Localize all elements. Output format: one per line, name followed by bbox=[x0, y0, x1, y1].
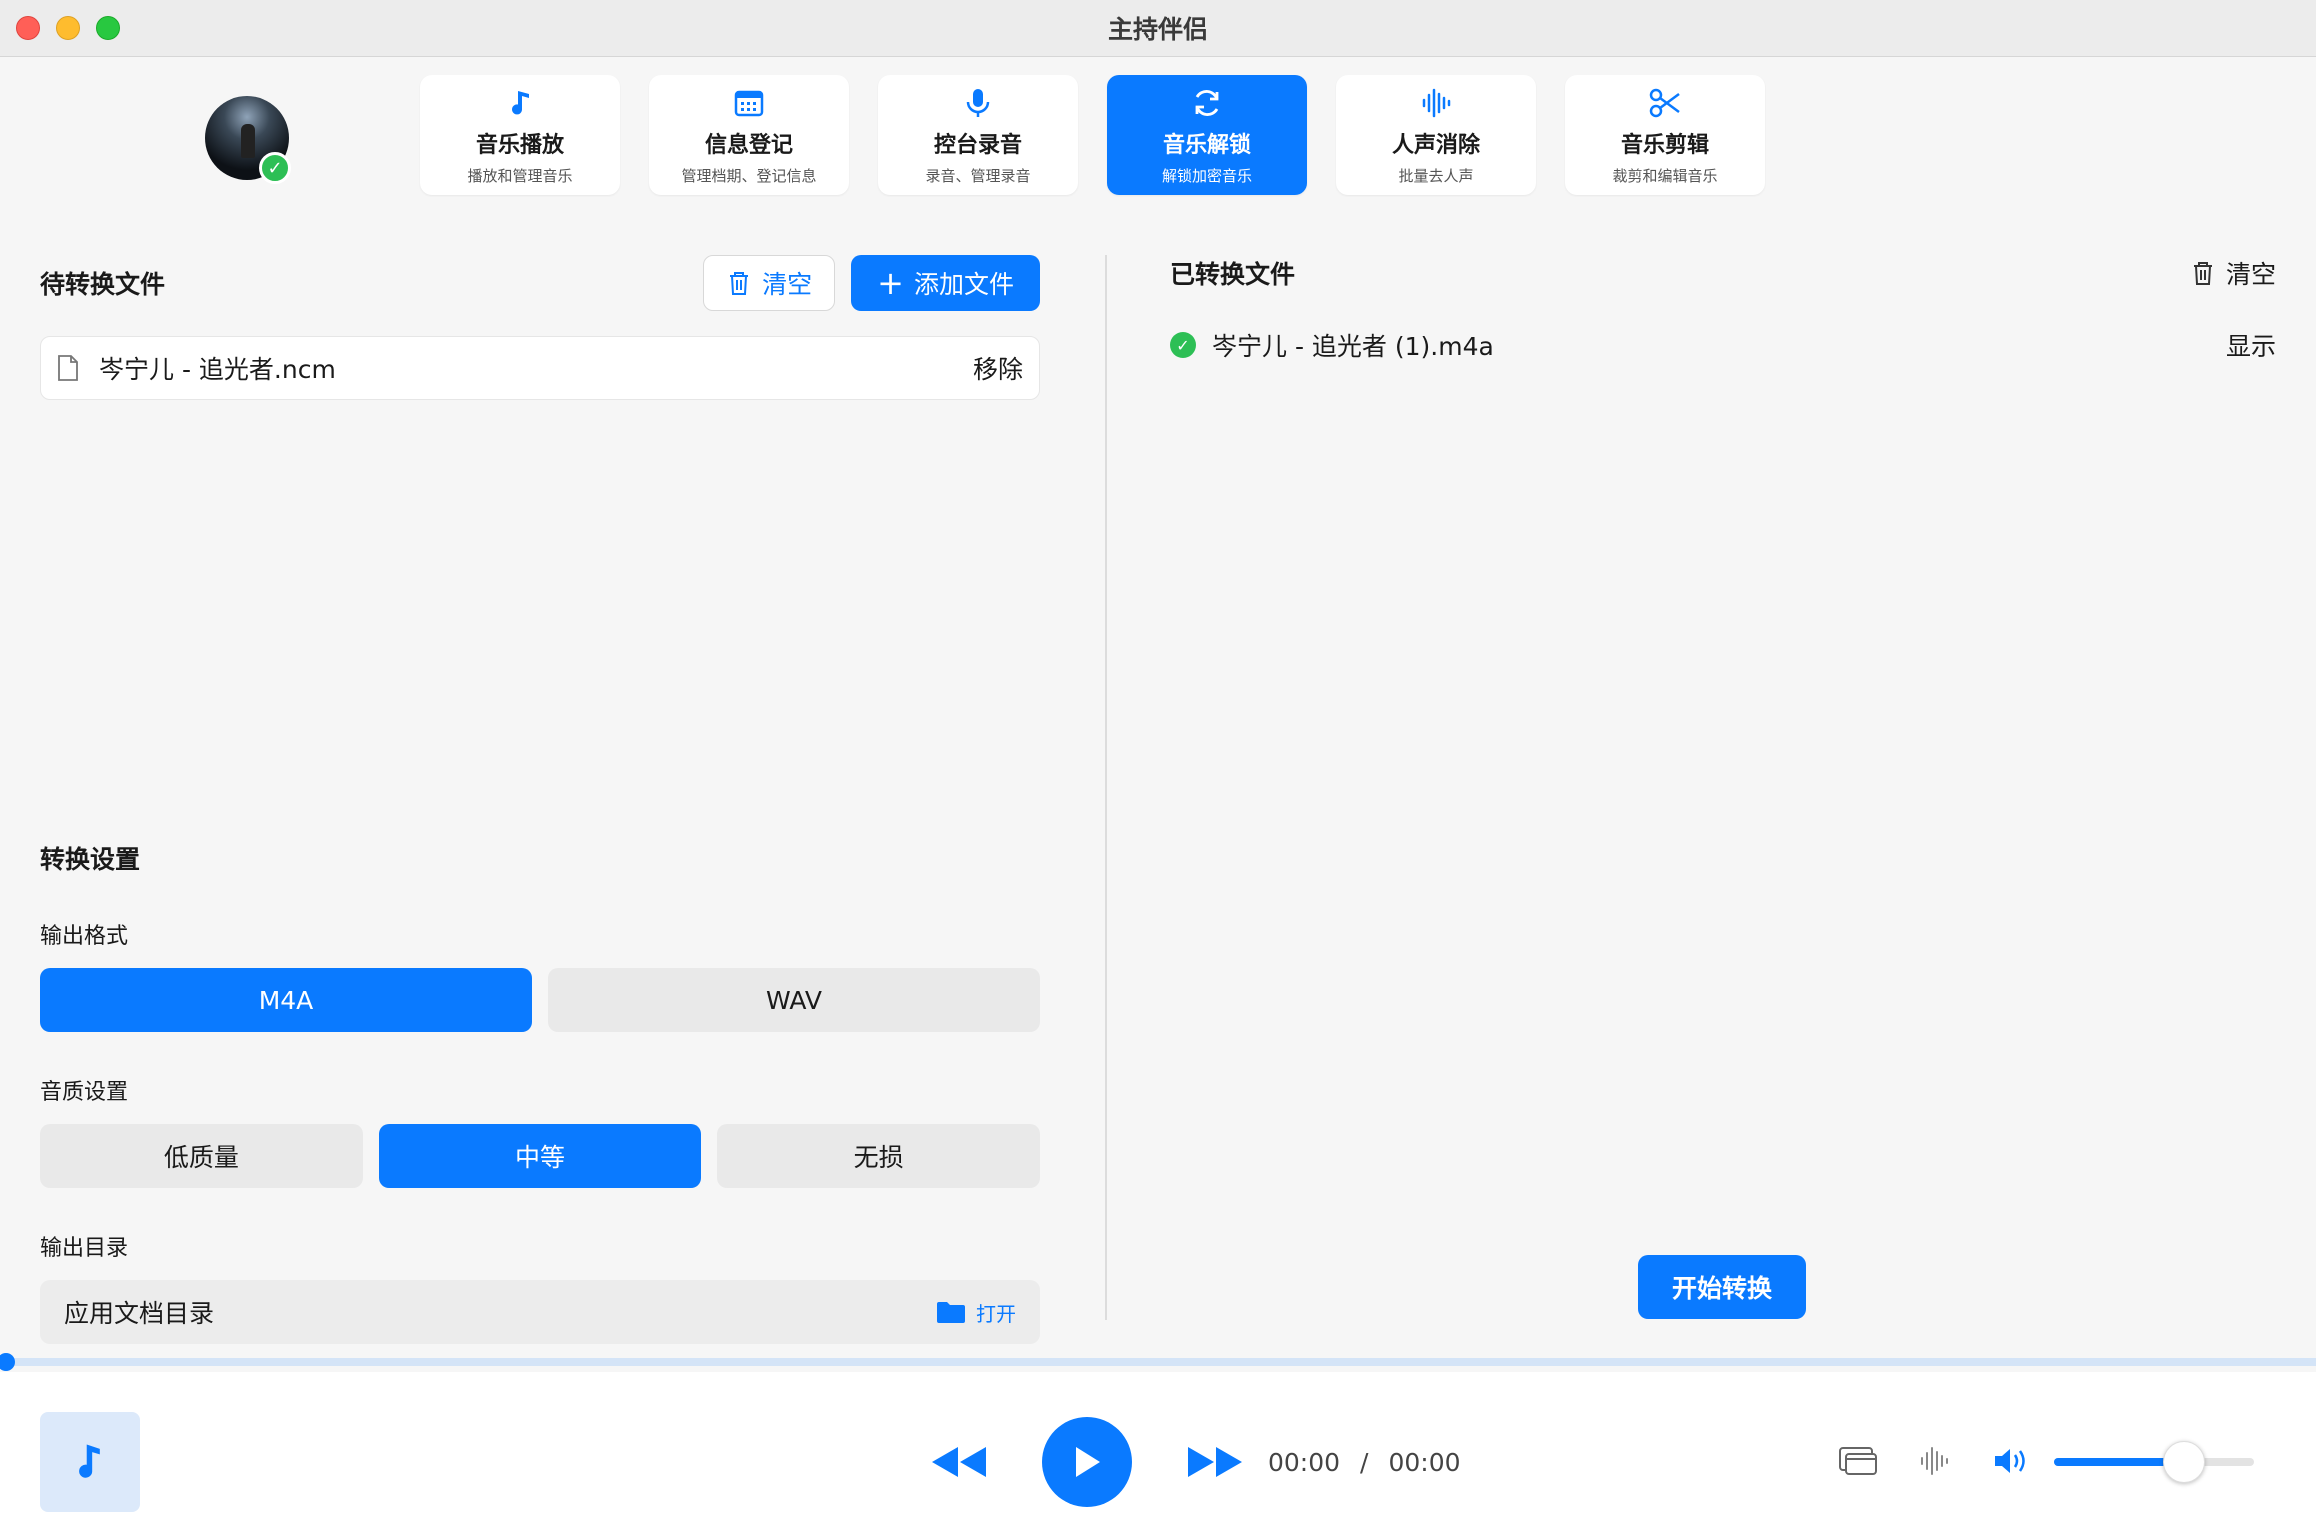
tab-subtitle: 录音、管理录音 bbox=[925, 166, 1031, 185]
converted-files-panel: 已转换文件 清空 ✓ 岑宁儿 - 追光者 (1).m4a 显示 bbox=[1170, 255, 2276, 363]
tab-label: 音乐播放 bbox=[475, 132, 564, 158]
close-window-button[interactable] bbox=[16, 16, 40, 40]
format-option-m4a[interactable]: M4A bbox=[40, 968, 532, 1032]
pending-files-panel: 待转换文件 清空 + 添加文件 岑宁儿 - 追光者.ncm 移除 bbox=[40, 255, 1040, 400]
player-tools bbox=[1838, 1444, 2030, 1478]
converted-file-name: 岑宁儿 - 追光者 (1).m4a bbox=[1212, 332, 1494, 361]
format-label: 输出格式 bbox=[40, 924, 129, 949]
waveform-icon[interactable] bbox=[1918, 1444, 1952, 1478]
clear-pending-label: 清空 bbox=[762, 270, 813, 299]
trash-icon bbox=[730, 272, 749, 295]
pending-actions: 清空 + 添加文件 bbox=[703, 255, 1040, 311]
minimize-window-button[interactable] bbox=[56, 16, 80, 40]
current-time: 00:00 bbox=[1268, 1448, 1341, 1477]
conversion-settings: 转换设置 输出格式 M4A WAV 音质设置 低质量 中等 无损 输出目录 应用… bbox=[40, 840, 1041, 1344]
plus-icon: + bbox=[877, 264, 904, 302]
waveform-icon bbox=[1422, 88, 1451, 117]
mini-player-icon[interactable] bbox=[1838, 1445, 1878, 1477]
window-controls bbox=[16, 16, 120, 40]
fast-forward-icon[interactable] bbox=[1186, 1445, 1244, 1479]
volume-icon[interactable] bbox=[1992, 1445, 2030, 1477]
progress-knob[interactable] bbox=[0, 1353, 15, 1371]
music-note-icon bbox=[79, 1444, 100, 1478]
start-convert-button[interactable]: 开始转换 bbox=[1638, 1255, 1806, 1319]
feature-tabs: 音乐播放 播放和管理音乐 信息登记 管理档期、登记信息 控台录音 录音、管理录音 bbox=[420, 75, 1765, 195]
volume-slider[interactable] bbox=[2054, 1441, 2254, 1483]
avatar[interactable]: ✓ bbox=[205, 96, 291, 184]
zoom-window-button[interactable] bbox=[96, 16, 120, 40]
music-note-icon bbox=[512, 90, 529, 114]
tab-subtitle: 管理档期、登记信息 bbox=[681, 166, 817, 185]
refresh-icon bbox=[1195, 89, 1219, 116]
calendar-icon bbox=[734, 90, 764, 116]
success-check-icon: ✓ bbox=[1170, 332, 1196, 358]
panel-divider bbox=[1105, 255, 1107, 1320]
converted-file-row: ✓ 岑宁儿 - 追光者 (1).m4a 显示 bbox=[1170, 327, 2276, 363]
tab-subtitle: 裁剪和编辑音乐 bbox=[1612, 166, 1718, 185]
tab-info-register[interactable]: 信息登记 管理档期、登记信息 bbox=[649, 75, 849, 195]
tab-subtitle: 批量去人声 bbox=[1398, 166, 1474, 185]
pending-file-row: 岑宁儿 - 追光者.ncm 移除 bbox=[40, 336, 1040, 400]
tab-music-unlock[interactable]: 音乐解锁 解锁加密音乐 bbox=[1107, 75, 1307, 195]
scissors-icon bbox=[1649, 88, 1680, 117]
output-dir-label: 输出目录 bbox=[40, 1236, 129, 1261]
tab-label: 音乐解锁 bbox=[1162, 132, 1251, 158]
rewind-icon[interactable] bbox=[930, 1445, 988, 1479]
tab-vocal-remove[interactable]: 人声消除 批量去人声 bbox=[1336, 75, 1536, 195]
quality-option-low[interactable]: 低质量 bbox=[40, 1124, 363, 1188]
quality-option-lossless[interactable]: 无损 bbox=[717, 1124, 1041, 1188]
tab-label: 信息登记 bbox=[704, 132, 793, 158]
open-dir-label: 打开 bbox=[976, 1301, 1016, 1326]
output-dir-field: 应用文档目录 打开 bbox=[40, 1280, 1040, 1344]
format-option-wav[interactable]: WAV bbox=[548, 968, 1040, 1032]
add-file-label: 添加文件 bbox=[913, 270, 1014, 299]
play-button[interactable] bbox=[1042, 1417, 1132, 1507]
remove-file-button[interactable]: 移除 bbox=[973, 350, 1023, 386]
folder-icon bbox=[937, 1302, 965, 1323]
tab-music-edit[interactable]: 音乐剪辑 裁剪和编辑音乐 bbox=[1565, 75, 1765, 195]
tab-console-record[interactable]: 控台录音 录音、管理录音 bbox=[878, 75, 1078, 195]
open-dir-button[interactable]: 打开 bbox=[936, 1298, 1016, 1327]
show-file-button[interactable]: 显示 bbox=[2226, 327, 2276, 363]
tab-subtitle: 播放和管理音乐 bbox=[467, 166, 573, 185]
play-icon bbox=[1076, 1447, 1100, 1477]
clear-converted-label: 清空 bbox=[2225, 260, 2276, 289]
title-bar: 主持伴侣 bbox=[0, 0, 2316, 57]
tab-label: 音乐剪辑 bbox=[1620, 132, 1709, 158]
album-cover[interactable] bbox=[40, 1412, 140, 1512]
window-title: 主持伴侣 bbox=[1107, 15, 1208, 44]
quality-option-medium[interactable]: 中等 bbox=[378, 1124, 702, 1188]
avatar-figure bbox=[241, 124, 255, 158]
playback-progress-bar[interactable] bbox=[0, 1353, 2316, 1371]
verified-check-icon: ✓ bbox=[259, 152, 291, 184]
pending-file-name: 岑宁儿 - 追光者.ncm bbox=[99, 355, 336, 384]
tab-label: 人声消除 bbox=[1391, 132, 1480, 158]
time-display: 00:00 / 00:00 bbox=[1268, 1448, 1471, 1477]
tab-subtitle: 解锁加密音乐 bbox=[1161, 166, 1252, 185]
settings-title: 转换设置 bbox=[40, 845, 141, 874]
file-icon bbox=[58, 355, 78, 381]
microphone-icon bbox=[966, 88, 990, 117]
time-separator: / bbox=[1360, 1448, 1369, 1477]
trash-icon bbox=[2193, 262, 2212, 285]
tab-label: 控台录音 bbox=[933, 132, 1022, 158]
format-segmented-control: M4A WAV bbox=[40, 968, 1040, 1032]
total-time: 00:00 bbox=[1388, 1448, 1461, 1477]
clear-converted-button[interactable]: 清空 bbox=[2190, 255, 2276, 291]
add-file-button[interactable]: + 添加文件 bbox=[851, 255, 1040, 311]
volume-knob[interactable] bbox=[2163, 1441, 2205, 1483]
quality-segmented-control: 低质量 中等 无损 bbox=[40, 1124, 1041, 1188]
quality-label: 音质设置 bbox=[40, 1080, 129, 1105]
pending-title: 待转换文件 bbox=[40, 270, 166, 299]
playback-controls bbox=[930, 1417, 1244, 1507]
converted-title: 已转换文件 bbox=[1170, 260, 1296, 289]
clear-pending-button[interactable]: 清空 bbox=[703, 255, 836, 311]
output-dir-value: 应用文档目录 bbox=[64, 1299, 215, 1328]
pending-header: 待转换文件 清空 + 添加文件 bbox=[40, 255, 1040, 311]
tab-music-play[interactable]: 音乐播放 播放和管理音乐 bbox=[420, 75, 620, 195]
converted-header: 已转换文件 清空 bbox=[1170, 255, 2276, 291]
